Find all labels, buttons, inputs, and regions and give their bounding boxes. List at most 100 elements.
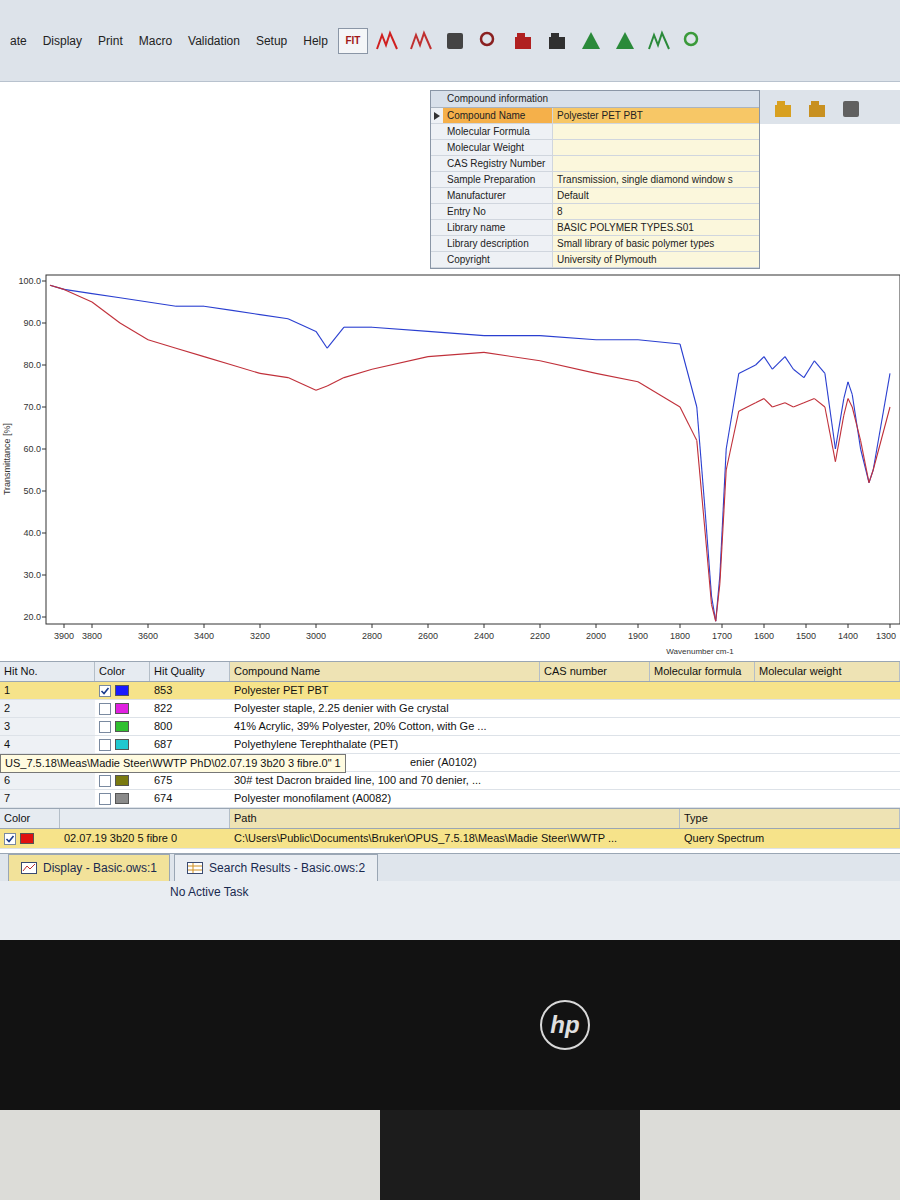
menu-item[interactable]: ate	[4, 28, 33, 54]
spectrum-segment	[680, 344, 697, 407]
spectrum-segment	[148, 302, 176, 306]
toolbar-button[interactable]	[678, 26, 708, 56]
row-pointer	[431, 236, 443, 251]
info-row-item[interactable]: Compound NamePolyester PET PBT	[431, 108, 759, 124]
row-checkbox[interactable]	[4, 833, 16, 845]
color-cell	[95, 736, 150, 753]
row-checkbox[interactable]	[99, 775, 111, 787]
table-row[interactable]: 4687Polyethylene Terephthalate (PET)	[0, 736, 900, 754]
toolbar-button[interactable]	[644, 26, 674, 56]
menu-item[interactable]: Help	[297, 28, 334, 54]
toolbar-button[interactable]	[372, 26, 402, 56]
spectrum-segment	[720, 470, 726, 583]
name-cell: 41% Acrylic, 39% Polyester, 20% Cotton, …	[230, 718, 540, 735]
column-header[interactable]: CAS number	[540, 662, 650, 681]
path-cell: C:\Users\Public\Documents\Bruker\OPUS_7.…	[230, 829, 680, 848]
toolbar-button[interactable]	[406, 26, 436, 56]
column-header[interactable]	[60, 809, 230, 828]
formula-cell	[650, 682, 755, 699]
info-row-item[interactable]: Library descriptionSmall library of basi…	[431, 236, 759, 252]
toolbar-button[interactable]	[474, 26, 504, 56]
x-tick: 2800	[362, 624, 382, 641]
fit-button[interactable]: FIT	[338, 28, 368, 54]
table-row[interactable]: 2822Polyester staple, 2.25 denier with G…	[0, 700, 900, 718]
desk	[0, 1110, 900, 1200]
cas-cell	[540, 682, 650, 699]
column-header[interactable]: Color	[95, 662, 150, 681]
spectrum-plot: Transmittance [%]100.090.080.070.060.050…	[0, 269, 900, 661]
spectrum-segment	[756, 399, 764, 403]
color-swatch	[115, 739, 129, 750]
svg-text:3000: 3000	[306, 631, 326, 641]
toolbar-button[interactable]	[802, 94, 832, 124]
menu-item[interactable]: Setup	[250, 28, 293, 54]
table-row[interactable]: 7674Polyester monofilament (A0082)	[0, 790, 900, 808]
info-row-item[interactable]: ManufacturerDefault	[431, 188, 759, 204]
y-tick: 80.0	[23, 360, 46, 370]
toolbar-button[interactable]	[836, 94, 866, 124]
color-cell	[95, 790, 150, 807]
row-checkbox[interactable]	[99, 793, 111, 805]
color-swatch	[115, 703, 129, 714]
tab[interactable]: Search Results - Basic.ows:2	[174, 854, 378, 881]
y-tick: 100.0	[18, 276, 46, 286]
column-header[interactable]: Type	[680, 809, 900, 828]
y-tick: 60.0	[23, 444, 46, 454]
spectrum-segment	[638, 340, 680, 344]
spectrum-segment	[204, 357, 232, 365]
toolbar-button[interactable]	[508, 26, 538, 56]
tab[interactable]: Display - Basic.ows:1	[8, 854, 170, 881]
table-row[interactable]: 02.07.19 3b20 5 fibre 0C:\Users\Public\D…	[0, 829, 900, 849]
info-row-item[interactable]: Entry No8	[431, 204, 759, 220]
spectrum-segment	[327, 327, 344, 348]
column-header[interactable]: Hit No.	[0, 662, 95, 681]
row-checkbox[interactable]	[99, 721, 111, 733]
menu-item[interactable]: Print	[92, 28, 129, 54]
column-header[interactable]: Hit Quality	[150, 662, 230, 681]
check-icon	[5, 834, 15, 844]
column-header[interactable]: Molecular weight	[755, 662, 900, 681]
row-checkbox[interactable]	[99, 703, 111, 715]
row-checkbox[interactable]	[99, 685, 111, 697]
svg-text:1600: 1600	[754, 631, 774, 641]
spectrum-segment	[316, 331, 327, 348]
info-row-item[interactable]: Molecular Weight	[431, 140, 759, 156]
weight-cell	[755, 736, 900, 753]
toolbar-button[interactable]	[768, 94, 798, 124]
column-header[interactable]: Compound Name	[230, 662, 540, 681]
column-header[interactable]: Color	[0, 809, 60, 828]
menu-item[interactable]: Validation	[182, 28, 246, 54]
table-row[interactable]: 380041% Acrylic, 39% Polyester, 20% Cott…	[0, 718, 900, 736]
column-header[interactable]: Path	[230, 809, 680, 828]
table-header: Color PathType	[0, 809, 900, 829]
spectra-table: Color PathType02.07.19 3b20 5 fibre 0C:\U…	[0, 808, 900, 849]
spectrum-segment	[873, 407, 890, 470]
spectrum-segment	[844, 399, 848, 416]
info-row-item[interactable]: Library nameBASIC POLYMER TYPES.S01	[431, 220, 759, 236]
x-tick: 1900	[628, 624, 648, 641]
x-tick: 1800	[670, 624, 690, 641]
info-label: Compound Name	[443, 108, 553, 123]
svg-text:30.0: 30.0	[23, 570, 41, 580]
table-row[interactable]: 667530# test Dacron braided line, 100 an…	[0, 772, 900, 790]
spectrum-icon	[409, 29, 433, 53]
table-row[interactable]: 1853Polyester PET PBT	[0, 682, 900, 700]
menu-item[interactable]: Display	[37, 28, 88, 54]
info-row-item[interactable]: CAS Registry Number	[431, 156, 759, 172]
flask-icon	[579, 29, 603, 53]
info-row-item[interactable]: Sample PreparationTransmission, single d…	[431, 172, 759, 188]
spectrum-segment	[260, 373, 288, 377]
toolbar-button[interactable]	[610, 26, 640, 56]
toolbar-button[interactable]	[542, 26, 572, 56]
info-row-item[interactable]: Molecular Formula	[431, 124, 759, 140]
info-row-item[interactable]: CopyrightUniversity of Plymouth	[431, 252, 759, 268]
toolbar-button[interactable]	[576, 26, 606, 56]
row-checkbox[interactable]	[99, 739, 111, 751]
y-tick: 20.0	[23, 612, 46, 622]
column-header[interactable]: Molecular formula	[650, 662, 755, 681]
toolbar-button[interactable]	[440, 26, 470, 56]
menu-item[interactable]: Macro	[133, 28, 178, 54]
status-bar: No Active Task	[0, 881, 900, 903]
spectrum-segment	[148, 340, 176, 348]
weight-cell	[755, 700, 900, 717]
